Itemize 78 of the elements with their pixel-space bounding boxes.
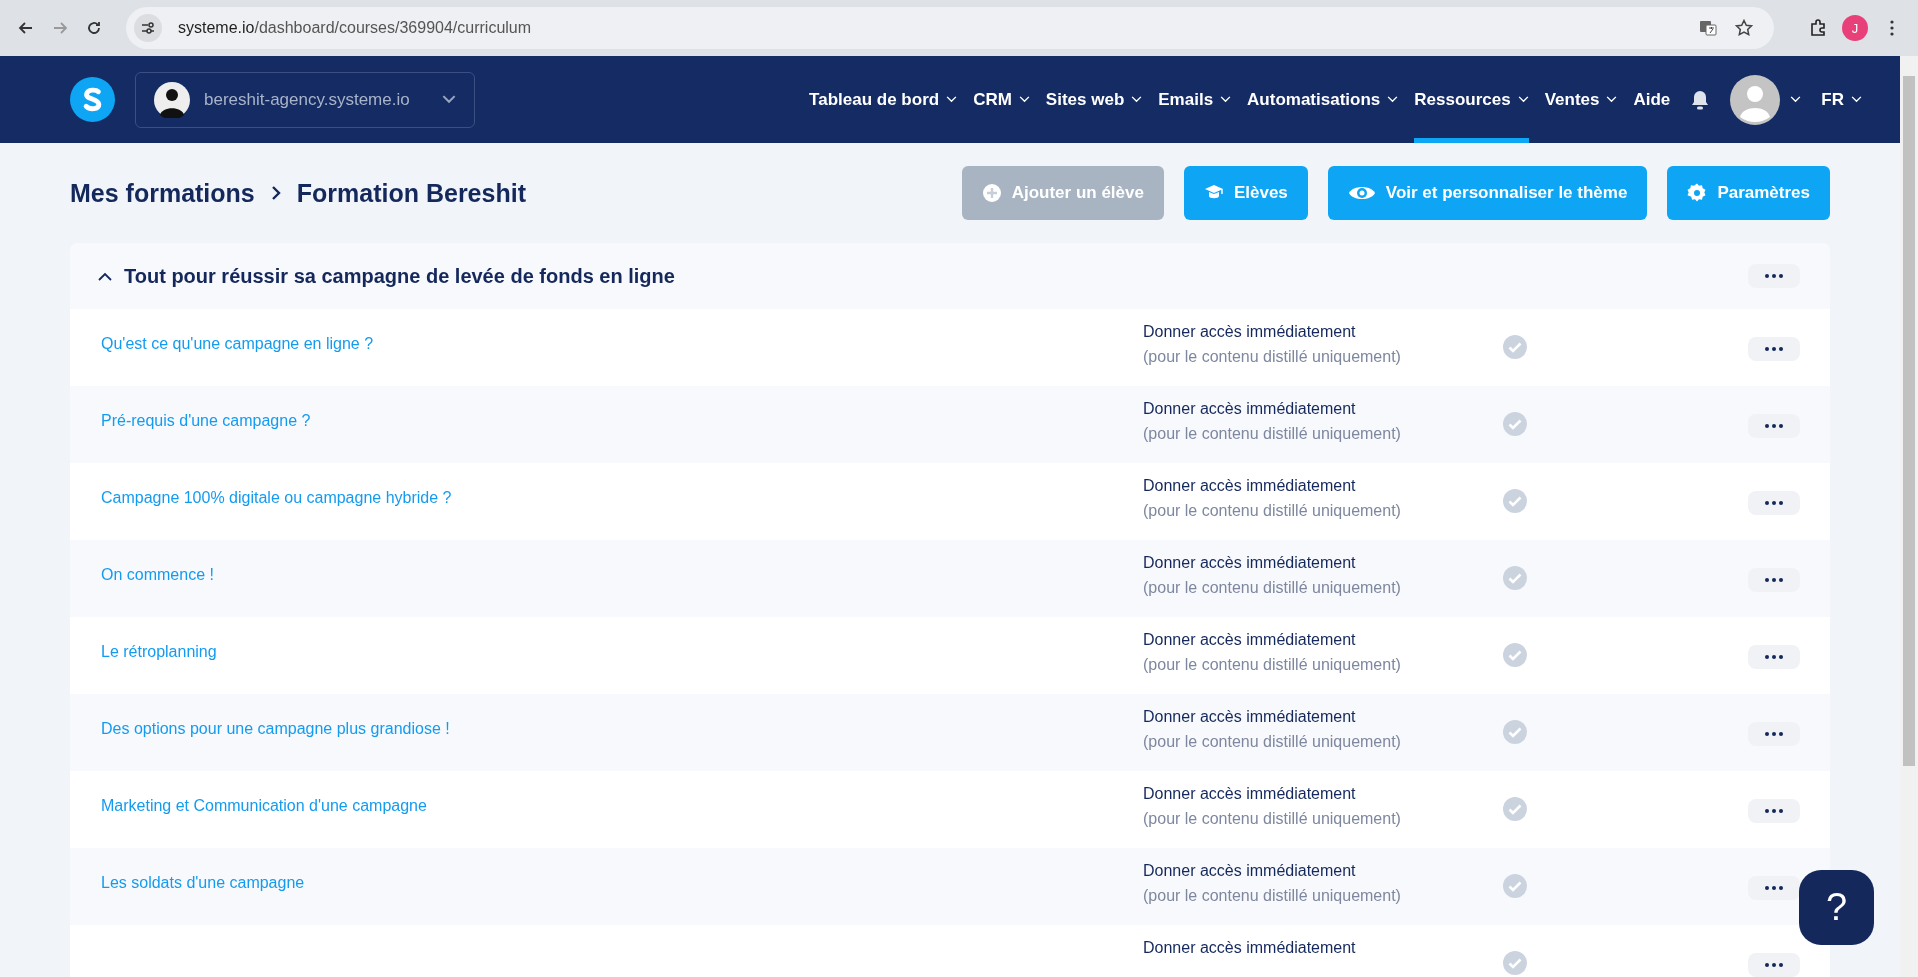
access-note: (pour le contenu distillé uniquement) <box>1143 733 1402 751</box>
nav-menu-item[interactable]: Sites web <box>1045 56 1143 143</box>
more-options-button[interactable] <box>1748 799 1800 823</box>
settings-icon <box>1687 183 1708 203</box>
ellipsis-icon <box>1764 578 1784 582</box>
check-circle-icon <box>1503 720 1527 744</box>
chevron-right-icon <box>270 185 281 201</box>
more-options-button[interactable] <box>1748 264 1800 288</box>
language-selector[interactable]: FR <box>1821 56 1862 143</box>
check-circle-icon <box>1503 335 1527 359</box>
ellipsis-icon <box>1764 886 1784 890</box>
more-options-button[interactable] <box>1748 414 1800 438</box>
ellipsis-icon <box>1764 732 1784 736</box>
more-options-button[interactable] <box>1748 337 1800 361</box>
nav-menu-item[interactable]: CRM <box>973 56 1030 143</box>
profile-avatar[interactable]: J <box>1842 15 1868 41</box>
page-title: Formation Bereshit <box>296 178 526 208</box>
access-label: Donner accès immédiatement <box>1143 631 1357 649</box>
address-bar[interactable]: systeme.io/dashboard/courses/369904/curriculum <box>126 7 1774 49</box>
site-settings-icon[interactable] <box>134 14 162 42</box>
access-label: Donner accès immédiatement <box>1143 477 1357 495</box>
more-options-button[interactable] <box>1748 645 1800 669</box>
collapse-caret-icon[interactable] <box>98 271 112 281</box>
help-button[interactable]: ? <box>1799 870 1874 945</box>
access-note: (pour le contenu distillé uniquement) <box>1143 656 1402 674</box>
check-circle-icon <box>1503 489 1527 513</box>
ellipsis-icon <box>1764 655 1784 659</box>
check-circle-icon <box>1503 797 1527 821</box>
module-title: Tout pour réussir sa campagne de levée de fonds en ligne <box>124 264 675 288</box>
access-note: (pour le contenu distillé uniquement) <box>1143 502 1402 520</box>
access-label: Donner accès immédiatement <box>1143 785 1357 803</box>
ellipsis-icon <box>1764 809 1784 813</box>
star-icon[interactable] <box>1734 18 1754 38</box>
access-note: (pour le contenu distillé uniquement) <box>1143 348 1402 366</box>
access-label: Donner accès immédiatement <box>1143 400 1357 418</box>
check-circle-icon <box>1503 412 1527 436</box>
chevron-down-icon <box>1851 96 1862 103</box>
access-label: Donner accès immédiatement <box>1143 554 1357 572</box>
access-note: (pour le contenu distillé uniquement) <box>1143 887 1402 905</box>
bell-icon[interactable] <box>1690 88 1711 111</box>
url-text: systeme.io/dashboard/courses/369904/curriculum <box>178 19 532 37</box>
access-label: Donner accès immédiatement <box>1143 939 1357 957</box>
nav-menu-item[interactable]: Emails <box>1158 56 1232 143</box>
account-selector[interactable]: bereshit-agency.systeme.io <box>135 71 475 128</box>
more-options-button[interactable] <box>1748 722 1800 746</box>
ellipsis-icon <box>1764 274 1784 278</box>
nav-menu-item[interactable]: Automatisations <box>1247 56 1399 143</box>
user-avatar-icon[interactable] <box>1730 74 1781 125</box>
chevron-down-icon <box>442 95 456 104</box>
ellipsis-icon <box>1764 963 1784 967</box>
ellipsis-icon <box>1764 347 1784 351</box>
nav-menu-item[interactable]: Ventes <box>1544 56 1618 143</box>
nav-menu-item[interactable]: Tableau de bord <box>809 56 958 143</box>
plus-circle-icon <box>981 183 1002 203</box>
access-note: (pour le contenu distillé uniquement) <box>1143 425 1402 443</box>
ellipsis-icon <box>1764 501 1784 505</box>
more-options-button[interactable] <box>1748 876 1800 900</box>
more-options-button[interactable] <box>1748 953 1800 977</box>
extensions-icon[interactable] <box>1808 18 1828 38</box>
more-options-button[interactable] <box>1748 491 1800 515</box>
check-circle-icon <box>1503 874 1527 898</box>
more-options-button[interactable] <box>1748 568 1800 592</box>
access-note: (pour le contenu distillé uniquement) <box>1143 579 1402 597</box>
avatar-icon <box>154 81 190 118</box>
breadcrumb-link[interactable]: Mes formations <box>70 178 255 208</box>
check-circle-icon <box>1503 566 1527 590</box>
nav-menu-item[interactable]: Aide <box>1633 56 1671 143</box>
access-label: Donner accès immédiatement <box>1143 323 1357 341</box>
translate-icon[interactable] <box>1698 18 1718 38</box>
logo-icon[interactable] <box>70 77 115 122</box>
scrollbar[interactable] <box>1900 56 1918 977</box>
access-label: Donner accès immédiatement <box>1143 862 1357 880</box>
chevron-down-icon[interactable] <box>1790 96 1802 103</box>
ellipsis-icon <box>1764 424 1784 428</box>
nav-menu-item[interactable]: Ressources <box>1414 56 1529 143</box>
check-circle-icon <box>1503 643 1527 667</box>
access-note: (pour le contenu distillé uniquement) <box>1143 810 1402 828</box>
access-label: Donner accès immédiatement <box>1143 708 1357 726</box>
